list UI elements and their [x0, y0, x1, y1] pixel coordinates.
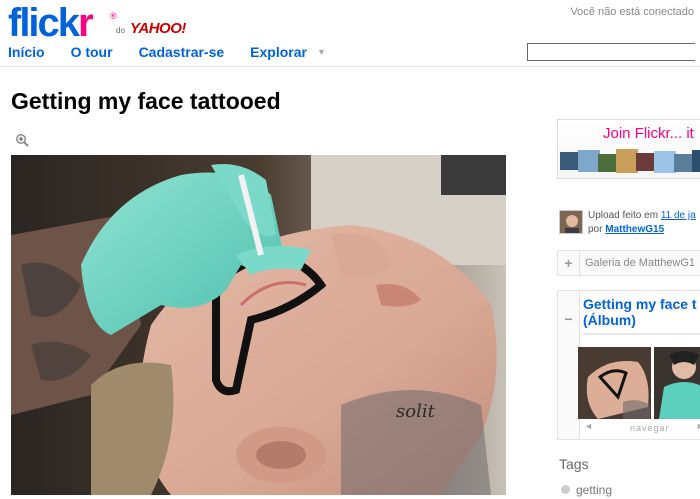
magnifier-plus-icon[interactable] [15, 133, 29, 147]
upload-by: por [588, 224, 603, 235]
join-flickr-text: Join Flickr... it [603, 125, 694, 142]
tag-label[interactable]: getting [576, 483, 612, 497]
neck-tattoo-text: solit [396, 401, 436, 422]
upload-date-link[interactable]: 11 de ja [661, 210, 696, 221]
minus-icon[interactable]: − [558, 291, 580, 439]
uploader-link[interactable]: MatthewG15 [605, 224, 664, 235]
gallery-panel[interactable]: + Galeria de MatthewG1 [557, 250, 700, 276]
tags-heading: Tags [559, 456, 589, 472]
join-banner-thumbnails [560, 149, 700, 173]
album-title[interactable]: Getting my face t (Álbum) [583, 296, 697, 328]
nav-explorar[interactable]: Explorar [250, 44, 307, 60]
logo-text-pink: r [78, 1, 94, 45]
header-divider [0, 66, 700, 67]
main-nav: Início O tour Cadastrar-se Explorar ▼ [8, 44, 326, 60]
album-thumbnail-2[interactable] [654, 347, 700, 419]
explorar-dropdown-icon[interactable]: ▼ [317, 47, 326, 60]
album-divider [583, 333, 700, 335]
album-title-line2[interactable]: (Álbum) [583, 312, 697, 328]
photo-illustration: solit [11, 155, 506, 495]
album-navigator[interactable]: ◄ navegar ► [578, 421, 700, 435]
tag-item[interactable]: getting [561, 483, 612, 497]
nav-inicio[interactable]: Início [8, 44, 45, 60]
logo-text-blue: flick [8, 1, 80, 45]
plus-icon[interactable]: + [558, 251, 580, 275]
uploader-avatar[interactable] [559, 210, 583, 234]
album-nav-label: navegar [630, 423, 670, 433]
tag-bullet-icon [561, 485, 570, 494]
logo-registered-mark: ® [110, 11, 117, 21]
flickr-logo[interactable]: flickr [8, 0, 94, 46]
yahoo-logo: YAHOO! [130, 20, 186, 37]
page: flickr ® do YAHOO! Você não está conecta… [0, 0, 700, 499]
nav-cadastrar-se[interactable]: Cadastrar-se [139, 44, 225, 60]
login-status: Você não está conectado [570, 6, 694, 18]
photo-title: Getting my face tattooed [11, 88, 281, 114]
upload-info: Upload feito em 11 de ja por MatthewG15 [588, 209, 696, 237]
album-nav-next-icon[interactable]: ► [696, 421, 700, 431]
join-flickr-banner[interactable]: Join Flickr... it [557, 119, 700, 179]
album-panel: − Getting my face t (Álbum) ◄ navegar [557, 290, 700, 440]
search-input[interactable] [527, 43, 695, 61]
upload-prefix: Upload feito em [588, 210, 659, 221]
nav-o-tour[interactable]: O tour [71, 44, 113, 60]
gallery-label[interactable]: Galeria de MatthewG1 [585, 257, 695, 269]
logo-do-text: do [116, 26, 125, 35]
album-nav-prev-icon[interactable]: ◄ [584, 421, 594, 431]
album-title-line1[interactable]: Getting my face t [583, 296, 697, 312]
main-photo[interactable]: solit [11, 155, 506, 495]
album-thumbnail-1[interactable] [578, 347, 651, 419]
